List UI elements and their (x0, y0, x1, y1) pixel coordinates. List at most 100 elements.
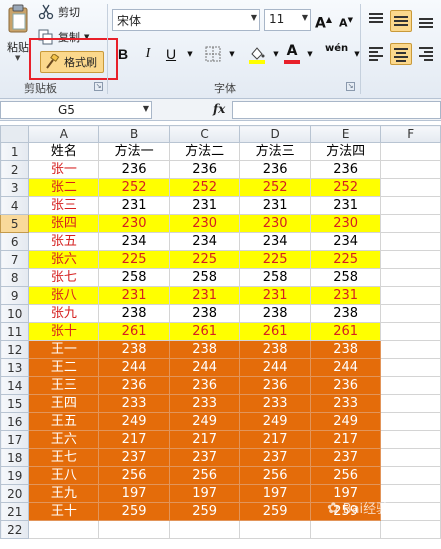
empty-cell[interactable] (380, 502, 441, 521)
value-cell[interactable]: 225 (98, 250, 170, 269)
value-cell[interactable]: 244 (168, 358, 241, 377)
header-cell[interactable]: 方法四 (309, 142, 382, 161)
row-header[interactable]: 10 (0, 304, 30, 323)
name-cell[interactable]: 王八 (28, 466, 100, 485)
value-cell[interactable]: 217 (239, 430, 311, 449)
column-header[interactable]: D (239, 125, 311, 143)
value-cell[interactable]: 249 (239, 412, 311, 431)
empty-cell[interactable] (380, 232, 441, 251)
value-cell[interactable]: 231 (98, 196, 170, 215)
row-header[interactable]: 15 (0, 394, 30, 413)
row-header[interactable]: 8 (0, 268, 30, 287)
value-cell[interactable]: 217 (168, 430, 241, 449)
empty-cell[interactable] (168, 520, 241, 539)
empty-cell[interactable] (380, 178, 441, 197)
row-header[interactable]: 19 (0, 466, 30, 485)
value-cell[interactable]: 237 (309, 448, 382, 467)
value-cell[interactable]: 231 (168, 286, 241, 305)
align-middle-button[interactable] (390, 10, 412, 32)
underline-button[interactable]: U (163, 44, 179, 64)
value-cell[interactable]: 249 (309, 412, 382, 431)
value-cell[interactable]: 236 (98, 160, 170, 179)
row-header[interactable]: 1 (0, 142, 30, 161)
value-cell[interactable]: 249 (168, 412, 241, 431)
empty-cell[interactable] (380, 160, 441, 179)
font-color-button[interactable]: A (284, 42, 300, 64)
value-cell[interactable]: 237 (168, 448, 241, 467)
chevron-down-icon[interactable]: ▼ (349, 44, 365, 64)
value-cell[interactable]: 197 (168, 484, 241, 503)
value-cell[interactable]: 261 (239, 322, 311, 341)
empty-cell[interactable] (380, 250, 441, 269)
value-cell[interactable]: 259 (168, 502, 241, 521)
shrink-font-button[interactable]: A▼ (338, 10, 354, 30)
empty-cell[interactable] (380, 448, 441, 467)
name-cell[interactable]: 张三 (28, 196, 100, 215)
value-cell[interactable]: 256 (168, 466, 241, 485)
name-cell[interactable]: 王九 (28, 484, 100, 503)
value-cell[interactable]: 238 (239, 304, 311, 323)
empty-cell[interactable] (380, 358, 441, 377)
value-cell[interactable]: 238 (98, 340, 170, 359)
value-cell[interactable]: 236 (309, 376, 382, 395)
value-cell[interactable]: 236 (239, 160, 311, 179)
chevron-down-icon[interactable]: ▼ (224, 44, 240, 64)
name-cell[interactable]: 张二 (28, 178, 100, 197)
name-cell[interactable]: 张九 (28, 304, 100, 323)
name-cell[interactable]: 王十 (28, 502, 100, 521)
align-top-button[interactable] (366, 10, 388, 32)
align-bottom-button[interactable] (416, 10, 438, 32)
row-header[interactable]: 5 (0, 214, 30, 233)
value-cell[interactable]: 259 (98, 502, 170, 521)
empty-cell[interactable] (380, 268, 441, 287)
value-cell[interactable]: 249 (98, 412, 170, 431)
row-header[interactable]: 22 (0, 520, 30, 539)
empty-cell[interactable] (380, 340, 441, 359)
value-cell[interactable]: 233 (98, 394, 170, 413)
column-header[interactable]: A (28, 125, 100, 143)
empty-cell[interactable] (380, 304, 441, 323)
empty-cell[interactable] (380, 430, 441, 449)
value-cell[interactable]: 236 (309, 160, 382, 179)
cut-button[interactable]: 剪切 (38, 2, 80, 22)
empty-cell[interactable] (380, 286, 441, 305)
row-header[interactable]: 18 (0, 448, 30, 467)
chevron-down-icon[interactable]: ▼ (302, 44, 318, 64)
value-cell[interactable]: 233 (309, 394, 382, 413)
row-header[interactable]: 9 (0, 286, 30, 305)
font-launcher-icon[interactable]: ↘ (346, 82, 355, 91)
empty-cell[interactable] (28, 520, 100, 539)
value-cell[interactable]: 256 (309, 466, 382, 485)
value-cell[interactable]: 236 (168, 376, 241, 395)
column-header[interactable]: F (380, 125, 441, 143)
fill-color-icon[interactable] (248, 44, 266, 64)
select-all-corner[interactable] (0, 125, 30, 143)
empty-cell[interactable] (380, 142, 441, 161)
bold-button[interactable]: B (115, 44, 131, 64)
value-cell[interactable]: 258 (309, 268, 382, 287)
header-cell[interactable]: 姓名 (28, 142, 100, 161)
clipboard-launcher-icon[interactable]: ↘ (94, 82, 103, 91)
font-name-select[interactable]: 宋体 ▼ (112, 9, 260, 31)
value-cell[interactable]: 258 (168, 268, 241, 287)
value-cell[interactable]: 238 (168, 304, 241, 323)
value-cell[interactable]: 233 (168, 394, 241, 413)
value-cell[interactable]: 236 (239, 376, 311, 395)
row-header[interactable]: 3 (0, 178, 30, 197)
value-cell[interactable]: 259 (239, 502, 311, 521)
value-cell[interactable]: 217 (309, 430, 382, 449)
value-cell[interactable]: 238 (309, 340, 382, 359)
value-cell[interactable]: 244 (98, 358, 170, 377)
value-cell[interactable]: 230 (98, 214, 170, 233)
value-cell[interactable]: 258 (239, 268, 311, 287)
value-cell[interactable]: 234 (239, 232, 311, 251)
value-cell[interactable]: 261 (98, 322, 170, 341)
value-cell[interactable]: 234 (309, 232, 382, 251)
column-header[interactable]: E (309, 125, 382, 143)
value-cell[interactable]: 238 (168, 340, 241, 359)
name-cell[interactable]: 张一 (28, 160, 100, 179)
header-cell[interactable]: 方法二 (168, 142, 241, 161)
value-cell[interactable]: 237 (239, 448, 311, 467)
align-center-button[interactable] (390, 43, 412, 65)
empty-cell[interactable] (380, 520, 441, 539)
